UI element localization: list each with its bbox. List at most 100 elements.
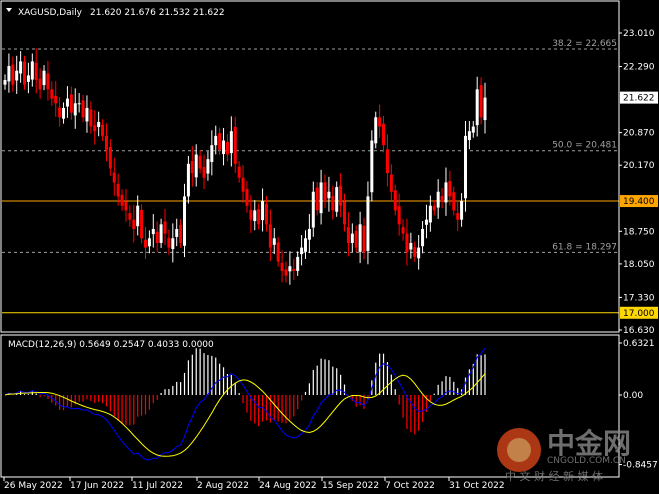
candle-body <box>116 183 120 197</box>
candle-body <box>276 242 280 262</box>
candle-body <box>343 201 347 225</box>
candle-body <box>54 95 58 104</box>
candle-body <box>30 61 34 80</box>
candle-body <box>370 140 374 193</box>
x-tick-label: 15 Sep 2022 <box>322 481 379 491</box>
candle-body <box>382 123 386 146</box>
candle-body <box>417 247 421 259</box>
candle-body <box>241 177 245 192</box>
candle-body <box>436 191 440 208</box>
level-price-label: 19.400 <box>623 197 655 207</box>
candle-body <box>186 163 190 197</box>
level-price-label: 17.000 <box>623 309 655 319</box>
candle-body <box>15 70 19 81</box>
candle-body <box>448 181 452 197</box>
y-tick-label: 20.170 <box>623 161 655 171</box>
candle-body <box>97 121 101 128</box>
y-tick-label: 23.010 <box>623 29 655 39</box>
candle-body <box>210 145 214 162</box>
candle-body <box>409 242 413 250</box>
candle-body <box>124 201 128 211</box>
candle-body <box>268 224 272 248</box>
candle-body <box>354 230 358 248</box>
candle-body <box>397 206 401 225</box>
candle-body <box>393 190 397 211</box>
candle-body <box>85 107 89 122</box>
candle-body <box>350 233 354 243</box>
candle-body <box>245 188 249 206</box>
candle-body <box>73 103 77 116</box>
candle-body <box>452 192 456 211</box>
candle-body <box>23 61 27 85</box>
macd-y-tick-label: 0.6321 <box>623 339 655 349</box>
candle-body <box>237 166 241 178</box>
candle-body <box>253 210 257 222</box>
price-frame <box>0 0 620 333</box>
candle-body <box>335 187 339 212</box>
candle-body <box>315 187 319 211</box>
candle-body <box>456 213 460 220</box>
candle-body <box>179 224 183 243</box>
candle-body <box>175 228 179 237</box>
candle-body <box>479 85 483 118</box>
candle-body <box>190 161 194 174</box>
candle-body <box>7 66 11 82</box>
candle-body <box>140 209 144 239</box>
y-tick-label: 18.750 <box>623 227 655 237</box>
y-tick-label: 22.290 <box>623 63 655 73</box>
candle-body <box>3 80 7 85</box>
candle-body <box>303 238 307 252</box>
candle-body <box>112 172 116 183</box>
candle-body <box>19 61 23 74</box>
candle-body <box>163 221 167 234</box>
macd-panel <box>4 347 486 461</box>
candle-body <box>296 256 300 271</box>
candle-body <box>147 238 151 247</box>
candle-body <box>300 247 304 255</box>
candle-body <box>65 98 69 107</box>
x-tick-label: 7 Oct 2022 <box>385 481 435 491</box>
candle-body <box>339 185 343 206</box>
candle-body <box>261 201 265 221</box>
candle-body <box>413 247 417 257</box>
candle-body <box>323 182 327 202</box>
candle-body <box>50 89 54 99</box>
candle-body <box>89 109 93 127</box>
candle-body <box>471 126 475 133</box>
candle-body <box>327 191 331 199</box>
candle-body <box>26 75 30 82</box>
candle-body <box>198 155 202 169</box>
candle-body <box>132 219 136 229</box>
price-panel: 38.2 = 22.665 50.0 = 20.481 61.8 = 18.297 <box>2 39 619 314</box>
candle-body <box>280 262 284 271</box>
collapse-triangle-icon[interactable] <box>6 8 12 12</box>
candle-body <box>362 225 366 253</box>
candle-body <box>284 269 288 276</box>
candle-body <box>62 107 66 119</box>
candle-body <box>264 203 268 225</box>
candle-body <box>311 191 315 228</box>
candle-body <box>467 131 471 141</box>
y-tick-label: 18.050 <box>623 260 655 270</box>
candle-body <box>69 94 73 113</box>
candle-body <box>385 149 389 174</box>
fib-level-label: 38.2 = 22.665 <box>552 39 617 49</box>
candle-body <box>38 78 42 90</box>
candle-body <box>159 224 163 243</box>
candle-body <box>405 233 409 253</box>
watermark: 中金网 CNGOLD.COM.CN 中 文 财 经 新 媒 体 <box>495 420 655 490</box>
candle-body <box>183 196 187 246</box>
candle-body <box>272 238 276 245</box>
candle-body <box>101 124 105 136</box>
x-tick-label: 17 Jun 2022 <box>70 481 124 491</box>
candle-body <box>249 209 253 220</box>
candle-body <box>108 147 112 169</box>
candle-body <box>151 228 155 235</box>
y-tick-label: 17.330 <box>623 293 655 303</box>
candle-body <box>128 213 132 220</box>
candle-body <box>167 237 171 248</box>
x-tick-label: 26 May 2022 <box>4 481 63 491</box>
candle-body <box>483 97 487 121</box>
candle-body <box>346 227 350 243</box>
candle-body <box>257 208 261 225</box>
